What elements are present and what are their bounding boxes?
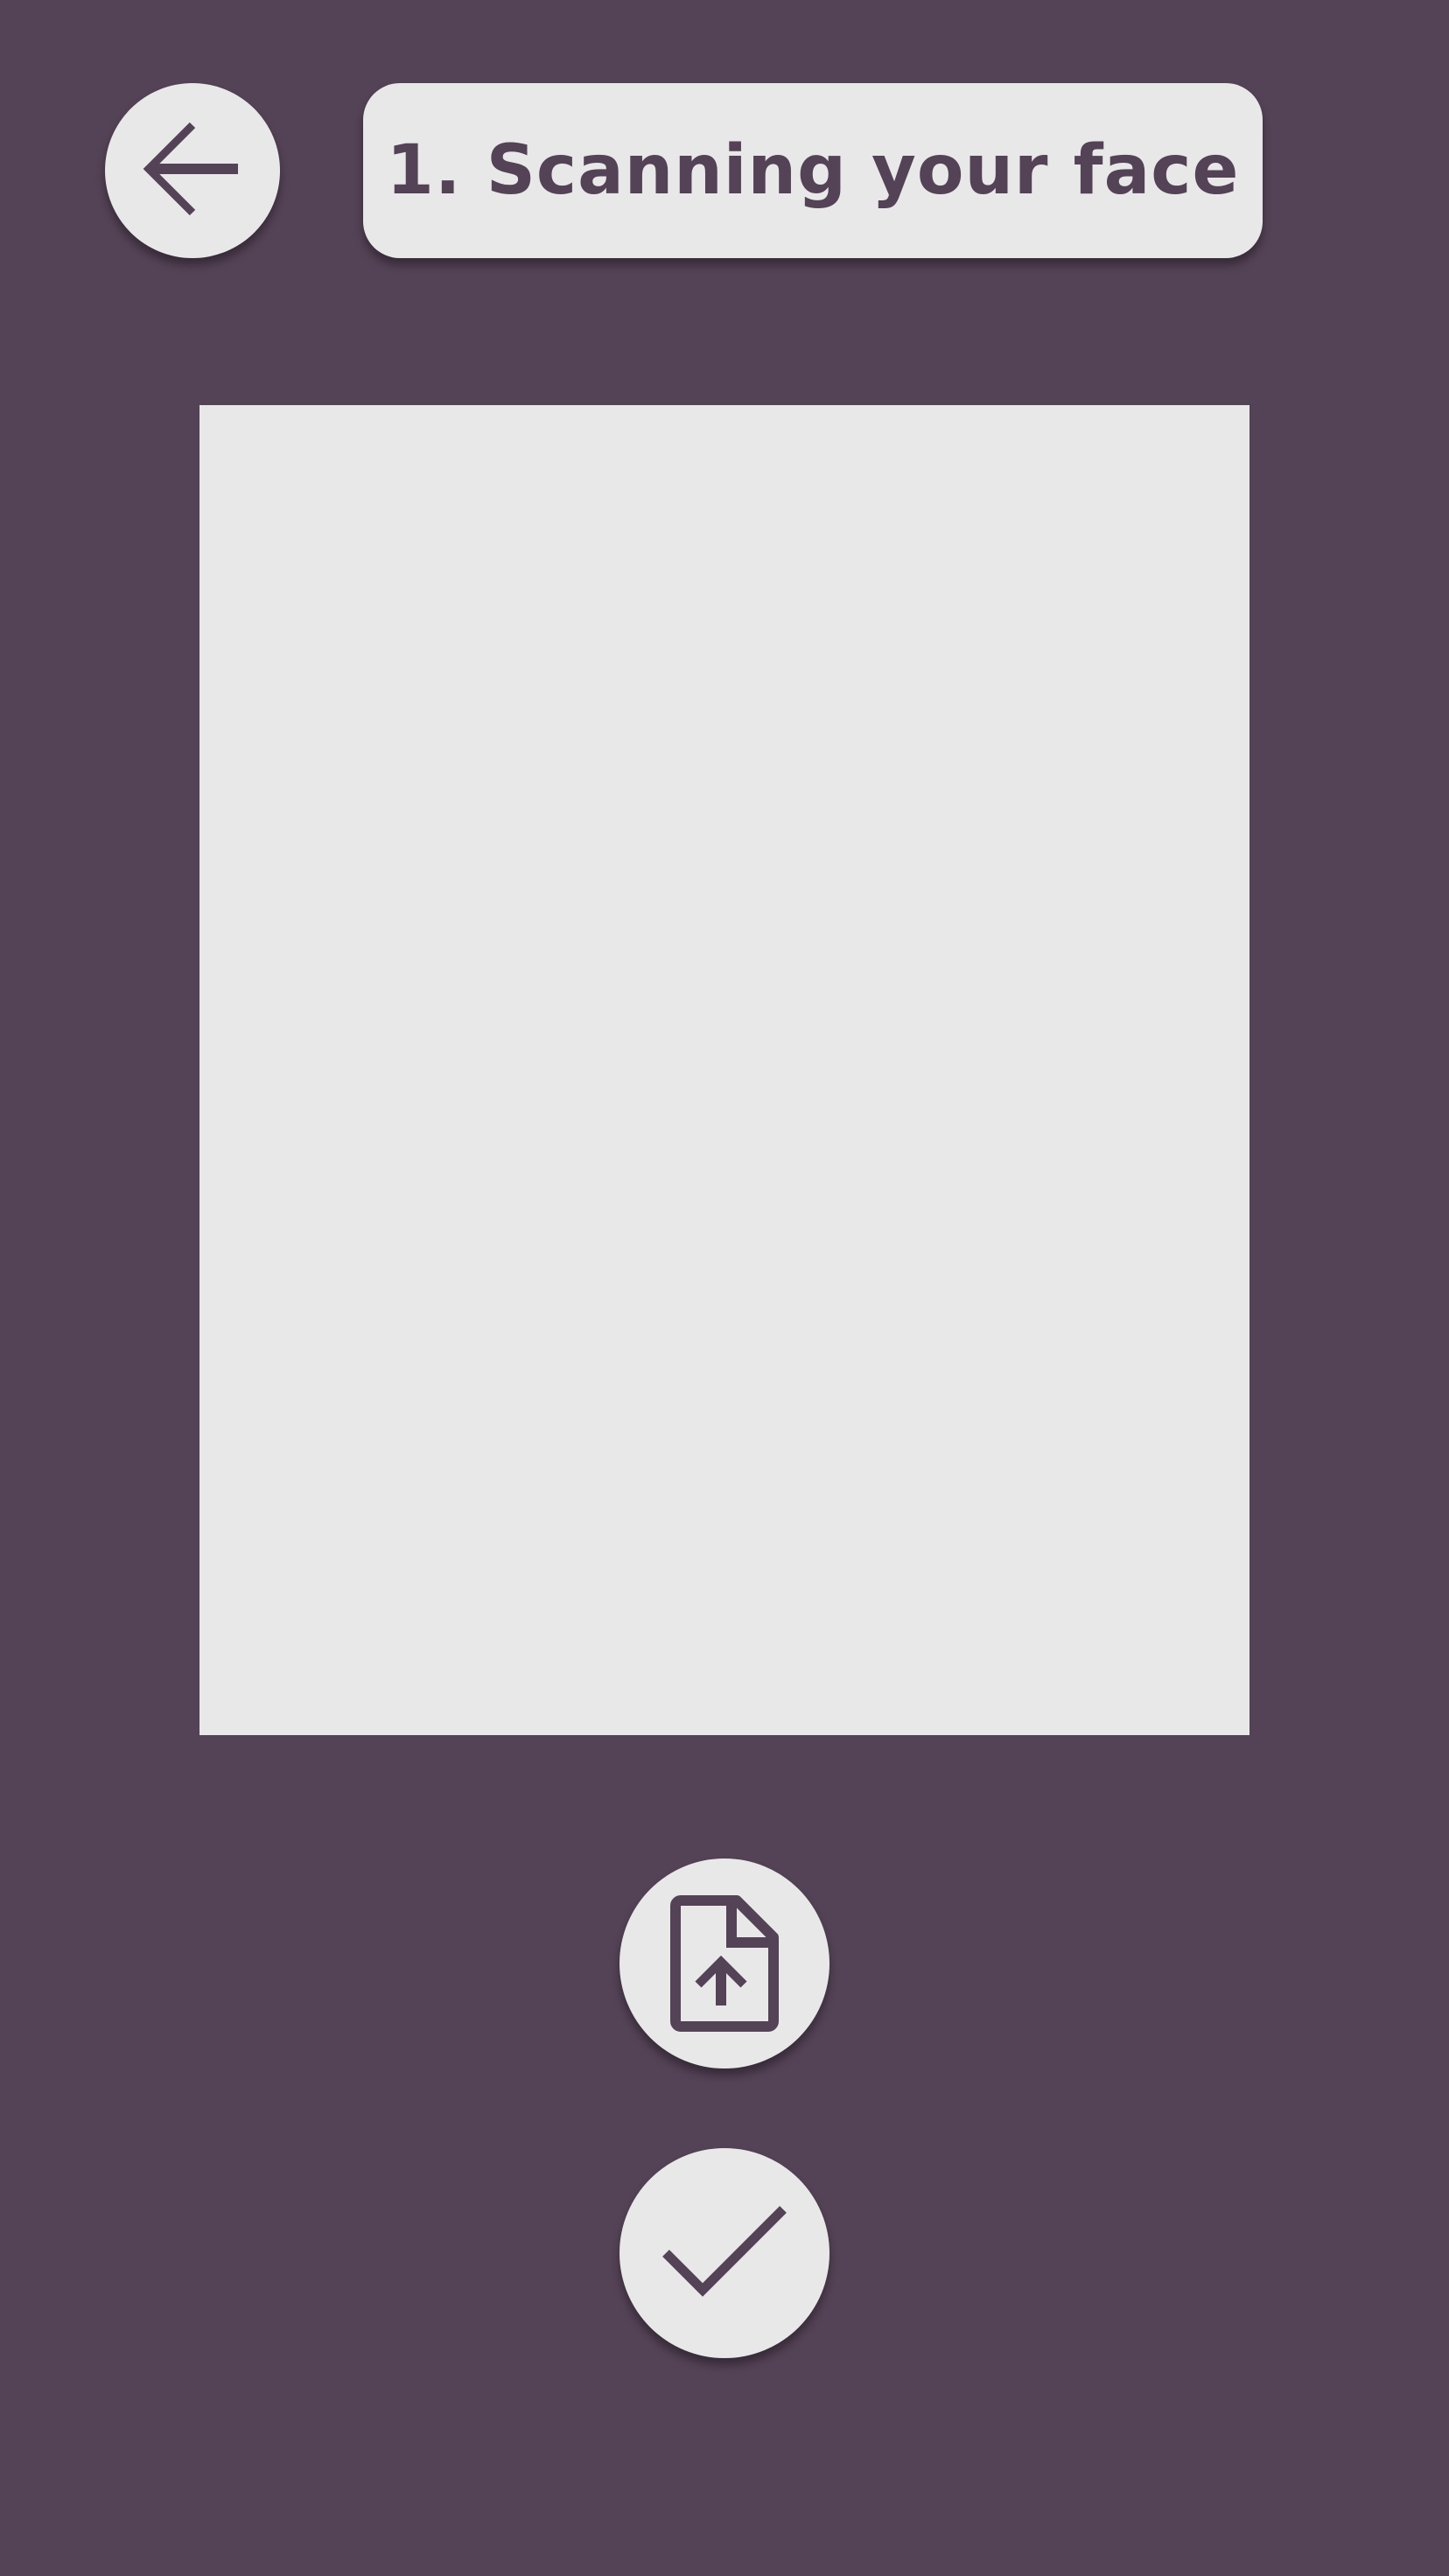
page-title: 1. Scanning your face bbox=[386, 131, 1240, 210]
camera-preview bbox=[200, 405, 1250, 1735]
arrow-left-icon bbox=[140, 118, 245, 223]
upload-file-button[interactable] bbox=[620, 1858, 830, 2068]
file-upload-icon bbox=[670, 1895, 779, 2032]
confirm-button[interactable] bbox=[620, 2148, 830, 2358]
page-title-container: 1. Scanning your face bbox=[363, 83, 1263, 258]
back-button[interactable] bbox=[105, 83, 280, 258]
checkmark-icon bbox=[659, 2201, 790, 2306]
